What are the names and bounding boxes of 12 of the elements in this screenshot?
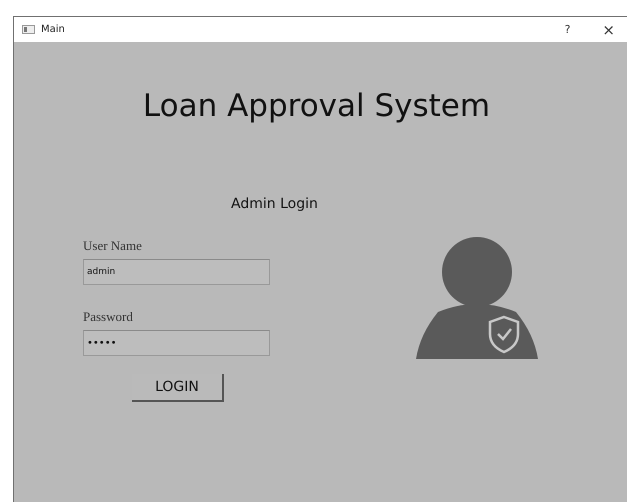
app-title: Loan Approval System: [142, 88, 492, 124]
window-title: Main: [41, 24, 65, 35]
help-button[interactable]: ?: [556, 23, 578, 36]
password-field[interactable]: •••••: [83, 330, 270, 356]
close-button[interactable]: ×: [584, 20, 619, 38]
field-label: Password: [83, 309, 134, 325]
window-icon: [22, 25, 35, 34]
login-heading: Admin Login: [231, 196, 319, 212]
login-button[interactable]: LOGIN: [132, 374, 224, 402]
username-field[interactable]: admin: [83, 259, 270, 285]
field-label: User Name: [83, 238, 143, 254]
user-shield-icon: [416, 234, 540, 359]
